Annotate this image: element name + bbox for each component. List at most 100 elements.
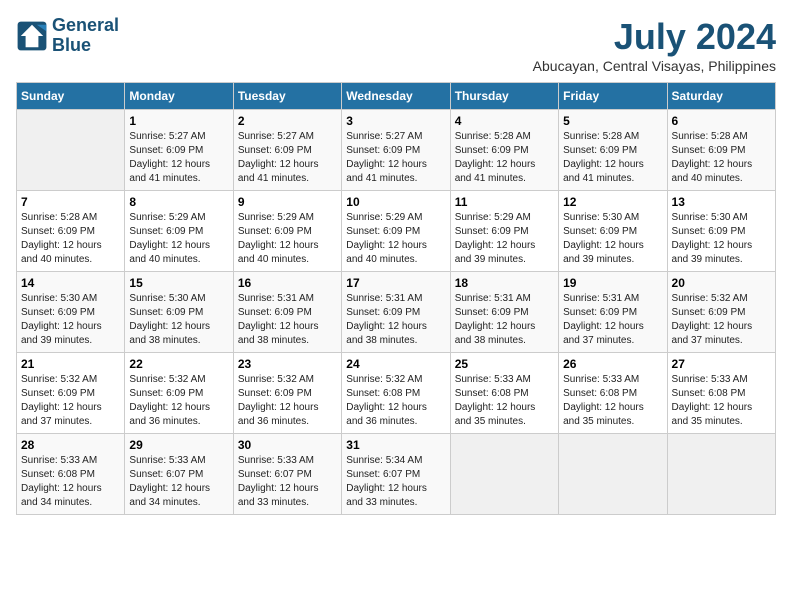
day-info: Sunrise: 5:27 AM Sunset: 6:09 PM Dayligh… <box>346 130 445 186</box>
header-row: SundayMondayTuesdayWednesdayThursdayFrid… <box>17 83 776 110</box>
day-number: 25 <box>455 357 554 371</box>
day-cell: 26 Sunrise: 5:33 AM Sunset: 6:08 PM Dayli… <box>559 353 667 434</box>
subtitle: Abucayan, Central Visayas, Philippines <box>533 58 776 74</box>
day-number: 13 <box>672 195 771 209</box>
day-info: Sunrise: 5:28 AM Sunset: 6:09 PM Dayligh… <box>21 211 120 267</box>
day-info: Sunrise: 5:29 AM Sunset: 6:09 PM Dayligh… <box>346 211 445 267</box>
day-info: Sunrise: 5:29 AM Sunset: 6:09 PM Dayligh… <box>129 211 228 267</box>
day-number: 18 <box>455 276 554 290</box>
day-number: 1 <box>129 114 228 128</box>
day-cell: 31 Sunrise: 5:34 AM Sunset: 6:07 PM Dayli… <box>342 434 450 515</box>
day-number: 9 <box>238 195 337 209</box>
calendar-table: SundayMondayTuesdayWednesdayThursdayFrid… <box>16 82 776 515</box>
week-row-3: 14 Sunrise: 5:30 AM Sunset: 6:09 PM Dayli… <box>17 272 776 353</box>
header-cell-thursday: Thursday <box>450 83 558 110</box>
day-info: Sunrise: 5:30 AM Sunset: 6:09 PM Dayligh… <box>21 292 120 348</box>
logo-text: General Blue <box>52 16 119 56</box>
day-number: 27 <box>672 357 771 371</box>
day-number: 16 <box>238 276 337 290</box>
day-number: 26 <box>563 357 662 371</box>
day-info: Sunrise: 5:33 AM Sunset: 6:07 PM Dayligh… <box>238 454 337 510</box>
week-row-5: 28 Sunrise: 5:33 AM Sunset: 6:08 PM Dayli… <box>17 434 776 515</box>
day-info: Sunrise: 5:31 AM Sunset: 6:09 PM Dayligh… <box>455 292 554 348</box>
day-info: Sunrise: 5:31 AM Sunset: 6:09 PM Dayligh… <box>563 292 662 348</box>
header-cell-saturday: Saturday <box>667 83 775 110</box>
day-number: 14 <box>21 276 120 290</box>
day-cell: 24 Sunrise: 5:32 AM Sunset: 6:08 PM Dayli… <box>342 353 450 434</box>
day-info: Sunrise: 5:27 AM Sunset: 6:09 PM Dayligh… <box>238 130 337 186</box>
day-cell: 25 Sunrise: 5:33 AM Sunset: 6:08 PM Dayli… <box>450 353 558 434</box>
day-info: Sunrise: 5:30 AM Sunset: 6:09 PM Dayligh… <box>129 292 228 348</box>
day-number: 2 <box>238 114 337 128</box>
header-cell-sunday: Sunday <box>17 83 125 110</box>
day-number: 28 <box>21 438 120 452</box>
day-number: 30 <box>238 438 337 452</box>
day-info: Sunrise: 5:32 AM Sunset: 6:09 PM Dayligh… <box>129 373 228 429</box>
header-cell-tuesday: Tuesday <box>233 83 341 110</box>
day-info: Sunrise: 5:33 AM Sunset: 6:08 PM Dayligh… <box>563 373 662 429</box>
logo-icon <box>16 20 48 52</box>
day-cell: 11 Sunrise: 5:29 AM Sunset: 6:09 PM Dayli… <box>450 191 558 272</box>
day-cell <box>559 434 667 515</box>
day-cell: 22 Sunrise: 5:32 AM Sunset: 6:09 PM Dayli… <box>125 353 233 434</box>
day-cell: 18 Sunrise: 5:31 AM Sunset: 6:09 PM Dayli… <box>450 272 558 353</box>
day-cell <box>450 434 558 515</box>
day-info: Sunrise: 5:30 AM Sunset: 6:09 PM Dayligh… <box>672 211 771 267</box>
week-row-4: 21 Sunrise: 5:32 AM Sunset: 6:09 PM Dayli… <box>17 353 776 434</box>
day-number: 24 <box>346 357 445 371</box>
day-info: Sunrise: 5:32 AM Sunset: 6:09 PM Dayligh… <box>238 373 337 429</box>
day-info: Sunrise: 5:28 AM Sunset: 6:09 PM Dayligh… <box>455 130 554 186</box>
day-number: 21 <box>21 357 120 371</box>
day-info: Sunrise: 5:32 AM Sunset: 6:09 PM Dayligh… <box>21 373 120 429</box>
day-cell <box>667 434 775 515</box>
day-info: Sunrise: 5:33 AM Sunset: 6:08 PM Dayligh… <box>21 454 120 510</box>
day-number: 11 <box>455 195 554 209</box>
day-info: Sunrise: 5:32 AM Sunset: 6:08 PM Dayligh… <box>346 373 445 429</box>
day-cell: 30 Sunrise: 5:33 AM Sunset: 6:07 PM Dayli… <box>233 434 341 515</box>
day-number: 8 <box>129 195 228 209</box>
week-row-2: 7 Sunrise: 5:28 AM Sunset: 6:09 PM Daylig… <box>17 191 776 272</box>
day-number: 31 <box>346 438 445 452</box>
day-cell: 19 Sunrise: 5:31 AM Sunset: 6:09 PM Dayli… <box>559 272 667 353</box>
day-number: 4 <box>455 114 554 128</box>
day-number: 23 <box>238 357 337 371</box>
day-cell: 9 Sunrise: 5:29 AM Sunset: 6:09 PM Daylig… <box>233 191 341 272</box>
day-cell: 27 Sunrise: 5:33 AM Sunset: 6:08 PM Dayli… <box>667 353 775 434</box>
day-number: 29 <box>129 438 228 452</box>
day-number: 20 <box>672 276 771 290</box>
title-block: July 2024 Abucayan, Central Visayas, Phi… <box>533 16 776 74</box>
day-cell: 13 Sunrise: 5:30 AM Sunset: 6:09 PM Dayli… <box>667 191 775 272</box>
day-number: 7 <box>21 195 120 209</box>
day-cell: 17Sunrise: 5:31 AM Sunset: 6:09 PM Dayli… <box>342 272 450 353</box>
day-info: Sunrise: 5:34 AM Sunset: 6:07 PM Dayligh… <box>346 454 445 510</box>
main-title: July 2024 <box>533 16 776 58</box>
logo-line2: Blue <box>52 35 91 55</box>
day-cell: 23 Sunrise: 5:32 AM Sunset: 6:09 PM Dayli… <box>233 353 341 434</box>
day-info: Sunrise: 5:29 AM Sunset: 6:09 PM Dayligh… <box>455 211 554 267</box>
logo-line1: General <box>52 15 119 35</box>
day-info: Sunrise: 5:32 AM Sunset: 6:09 PM Dayligh… <box>672 292 771 348</box>
day-number: 15 <box>129 276 228 290</box>
day-cell: 12Sunrise: 5:30 AM Sunset: 6:09 PM Dayli… <box>559 191 667 272</box>
week-row-1: 1 Sunrise: 5:27 AM Sunset: 6:09 PM Daylig… <box>17 110 776 191</box>
day-cell: 15 Sunrise: 5:30 AM Sunset: 6:09 PM Dayli… <box>125 272 233 353</box>
day-info: Sunrise: 5:29 AM Sunset: 6:09 PM Dayligh… <box>238 211 337 267</box>
day-cell: 3 Sunrise: 5:27 AM Sunset: 6:09 PM Daylig… <box>342 110 450 191</box>
header-cell-wednesday: Wednesday <box>342 83 450 110</box>
day-cell <box>17 110 125 191</box>
day-number: 3 <box>346 114 445 128</box>
day-cell: 8 Sunrise: 5:29 AM Sunset: 6:09 PM Daylig… <box>125 191 233 272</box>
day-cell: 21 Sunrise: 5:32 AM Sunset: 6:09 PM Dayli… <box>17 353 125 434</box>
day-cell: 6Sunrise: 5:28 AM Sunset: 6:09 PM Daylig… <box>667 110 775 191</box>
day-info: Sunrise: 5:33 AM Sunset: 6:08 PM Dayligh… <box>455 373 554 429</box>
day-cell: 2 Sunrise: 5:27 AM Sunset: 6:09 PM Daylig… <box>233 110 341 191</box>
day-number: 6 <box>672 114 771 128</box>
day-cell: 10 Sunrise: 5:29 AM Sunset: 6:09 PM Dayli… <box>342 191 450 272</box>
day-number: 10 <box>346 195 445 209</box>
day-number: 19 <box>563 276 662 290</box>
header-cell-monday: Monday <box>125 83 233 110</box>
day-info: Sunrise: 5:33 AM Sunset: 6:08 PM Dayligh… <box>672 373 771 429</box>
day-cell: 28 Sunrise: 5:33 AM Sunset: 6:08 PM Dayli… <box>17 434 125 515</box>
day-number: 22 <box>129 357 228 371</box>
header-cell-friday: Friday <box>559 83 667 110</box>
